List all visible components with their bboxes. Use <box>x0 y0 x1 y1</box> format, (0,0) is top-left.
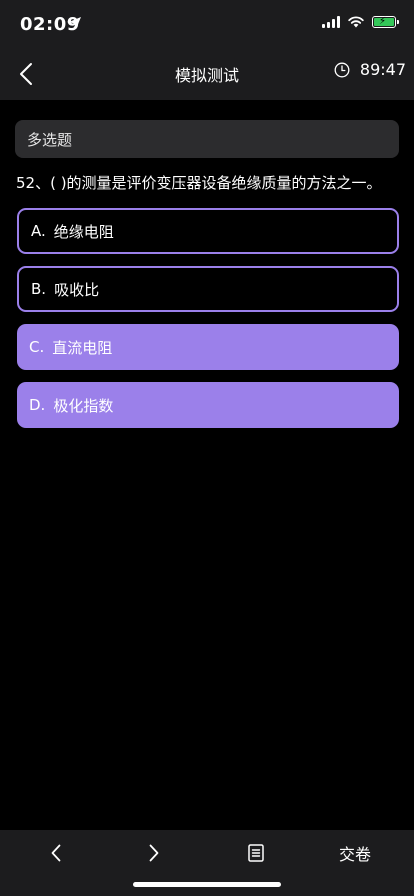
option-c[interactable]: C. 直流电阻 <box>17 324 399 370</box>
option-text: 绝缘电阻 <box>53 222 114 241</box>
answer-sheet-button[interactable] <box>242 840 270 866</box>
question-text: 52、( )的测量是评价变压器设备绝缘质量的方法之一。 <box>16 174 382 192</box>
option-text: 吸收比 <box>54 280 100 299</box>
home-indicator <box>133 882 281 887</box>
option-b[interactable]: B. 吸收比 <box>17 266 399 312</box>
option-a[interactable]: A. 绝缘电阻 <box>17 208 399 254</box>
submit-exam-button[interactable]: 交卷 <box>330 840 380 866</box>
option-letter: D. <box>29 396 46 414</box>
location-arrow-icon <box>69 17 81 29</box>
question-area: 多选题 52、( )的测量是评价变压器设备绝缘质量的方法之一。 A. 绝缘电阻 … <box>0 100 414 830</box>
exam-timer: 89:47 <box>334 60 406 79</box>
wifi-icon <box>348 16 364 28</box>
clock-icon <box>334 62 350 77</box>
status-bar: 02:09 ⚡ <box>0 0 414 48</box>
status-indicators: ⚡ <box>322 16 399 28</box>
option-letter: C. <box>29 338 45 356</box>
question-type-label: 多选题 <box>15 120 399 158</box>
option-letter: A. <box>31 222 46 240</box>
option-letter: B. <box>31 280 47 298</box>
option-text: 极化指数 <box>53 396 114 415</box>
option-text: 直流电阻 <box>52 338 113 357</box>
prev-chevron-icon <box>51 844 61 862</box>
next-question-button[interactable] <box>140 840 168 866</box>
battery-icon: ⚡ <box>372 16 399 28</box>
answer-sheet-icon <box>248 844 264 862</box>
prev-question-button[interactable] <box>42 840 70 866</box>
option-d[interactable]: D. 极化指数 <box>17 382 399 428</box>
timer-value: 89:47 <box>359 60 406 79</box>
bottom-toolbar: 交卷 <box>0 830 414 896</box>
next-chevron-icon <box>149 844 159 862</box>
signal-icon <box>322 16 340 28</box>
nav-bar: 模拟测试 89:47 <box>0 48 414 100</box>
